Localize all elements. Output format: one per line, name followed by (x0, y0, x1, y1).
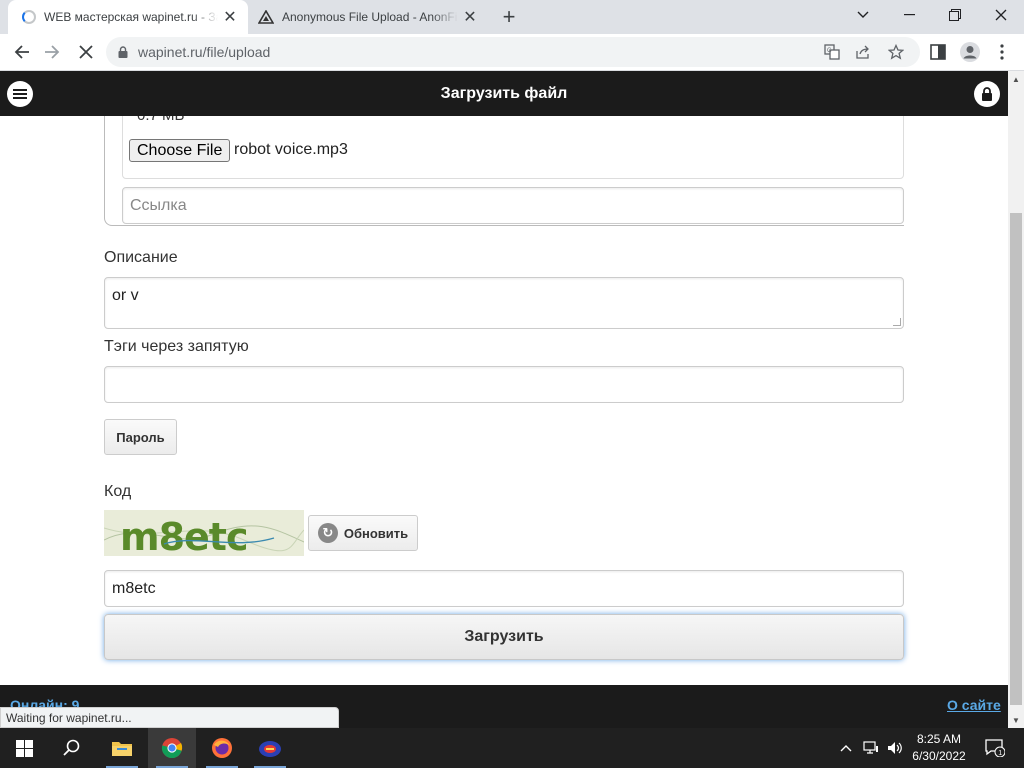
captcha-text: m8etc (120, 515, 248, 556)
loading-spinner-icon (22, 10, 36, 24)
tab-wapinet[interactable]: WEB мастерская wapinet.ru - Загрузить фа… (8, 0, 248, 34)
tab-title: WEB мастерская wapinet.ru - Загрузить фа… (44, 10, 218, 24)
page-scrollbar[interactable]: ▲ ▼ (1008, 71, 1024, 728)
profile-avatar[interactable] (956, 38, 984, 66)
notifications-icon[interactable]: 1 (980, 728, 1010, 768)
screen: WEB мастерская wapinet.ru - Загрузить фа… (0, 0, 1024, 768)
description-textarea[interactable]: or v (104, 277, 904, 329)
chosen-file-name: robot voice.mp3 (234, 141, 348, 158)
close-icon[interactable]: ✕ (218, 5, 242, 29)
captcha-code-input[interactable]: m8etc (104, 570, 904, 607)
anonfiles-logo-icon (258, 10, 274, 24)
firefox-icon[interactable] (198, 728, 246, 768)
password-button[interactable]: Пароль (104, 419, 177, 455)
back-button[interactable] (8, 38, 36, 66)
restore-button[interactable] (932, 0, 978, 30)
tab-search-chevron-icon[interactable] (840, 0, 886, 30)
login-lock-icon[interactable] (974, 81, 1000, 107)
resize-handle-icon[interactable] (893, 318, 901, 326)
link-input[interactable]: Ссылка (122, 187, 904, 224)
taskbar-clock[interactable]: 8:25 AM 6/30/2022 (900, 731, 978, 765)
scroll-up-arrow-icon[interactable]: ▲ (1008, 71, 1024, 87)
code-label: Код (104, 483, 132, 500)
search-icon[interactable] (48, 728, 96, 768)
refresh-label: Обновить (343, 525, 409, 541)
refresh-icon: ↻ (317, 523, 338, 543)
address-bar[interactable]: wapinet.ru/file/upload G (106, 37, 920, 67)
notification-count: 1 (998, 750, 1002, 757)
start-windows-icon[interactable] (0, 728, 48, 768)
description-label: Описание (104, 249, 178, 266)
stop-loading-button[interactable] (72, 38, 100, 66)
new-tab-button[interactable]: + (496, 4, 522, 30)
captcha-code-value: m8etc (112, 579, 156, 597)
menu-hamburger-icon[interactable] (7, 81, 33, 107)
tab-anonfiles[interactable]: Anonymous File Upload - AnonFiles ✕ (250, 0, 488, 34)
lock-icon (118, 46, 128, 58)
chrome-taskbar-icon[interactable] (148, 728, 196, 768)
tags-label: Тэги через запятую (104, 338, 249, 355)
browser-tab-strip: WEB мастерская wapinet.ru - Загрузить фа… (0, 0, 1024, 34)
file-size-label: 0.7 MB (137, 116, 185, 124)
minimize-button[interactable] (886, 0, 932, 30)
scroll-thumb[interactable] (1010, 213, 1022, 705)
page-content: 0.7 MB Choose File robot voice.mp3 Ссылк… (0, 116, 1008, 685)
translate-icon[interactable]: G (822, 42, 842, 62)
network-icon[interactable] (860, 728, 882, 768)
tags-input[interactable] (104, 366, 904, 403)
refresh-captcha-button[interactable]: ↻ Обновить (308, 515, 418, 551)
svg-text:G: G (827, 48, 832, 54)
close-icon[interactable]: ✕ (458, 5, 482, 29)
url-text: wapinet.ru/file/upload (138, 44, 271, 60)
share-icon[interactable] (854, 42, 874, 62)
tray-chevron-up-icon[interactable] (836, 728, 856, 768)
about-link[interactable]: О сайте (947, 697, 1001, 713)
upload-submit-button[interactable]: Загрузить (104, 614, 904, 660)
browser-toolbar: wapinet.ru/file/upload G (0, 34, 1024, 71)
description-value: or v (112, 287, 139, 304)
tab-title: Anonymous File Upload - AnonFiles (282, 10, 458, 24)
captcha-image: m8etc (104, 510, 304, 556)
app-taskbar-icon[interactable] (246, 728, 294, 768)
choose-file-button[interactable]: Choose File (129, 139, 231, 162)
clock-date: 6/30/2022 (912, 749, 966, 763)
site-header: Загрузить файл (0, 71, 1008, 116)
file-upload-box: 0.7 MB Choose File robot voice.mp3 (122, 116, 904, 179)
bookmark-star-icon[interactable] (886, 42, 906, 62)
scroll-down-arrow-icon[interactable]: ▼ (1008, 712, 1024, 728)
close-window-button[interactable] (978, 0, 1024, 30)
browser-status-bar: Waiting for wapinet.ru... (0, 707, 339, 728)
clock-time: 8:25 AM (916, 732, 962, 746)
page-title: Загрузить файл (440, 84, 568, 102)
browser-menu-kebab-icon[interactable] (988, 38, 1016, 66)
windows-taskbar: 8:25 AM 6/30/2022 1 (0, 728, 1024, 768)
side-panel-icon[interactable] (924, 38, 952, 66)
forward-button[interactable] (38, 38, 66, 66)
file-explorer-icon[interactable] (98, 728, 146, 768)
link-placeholder: Ссылка (130, 196, 187, 214)
